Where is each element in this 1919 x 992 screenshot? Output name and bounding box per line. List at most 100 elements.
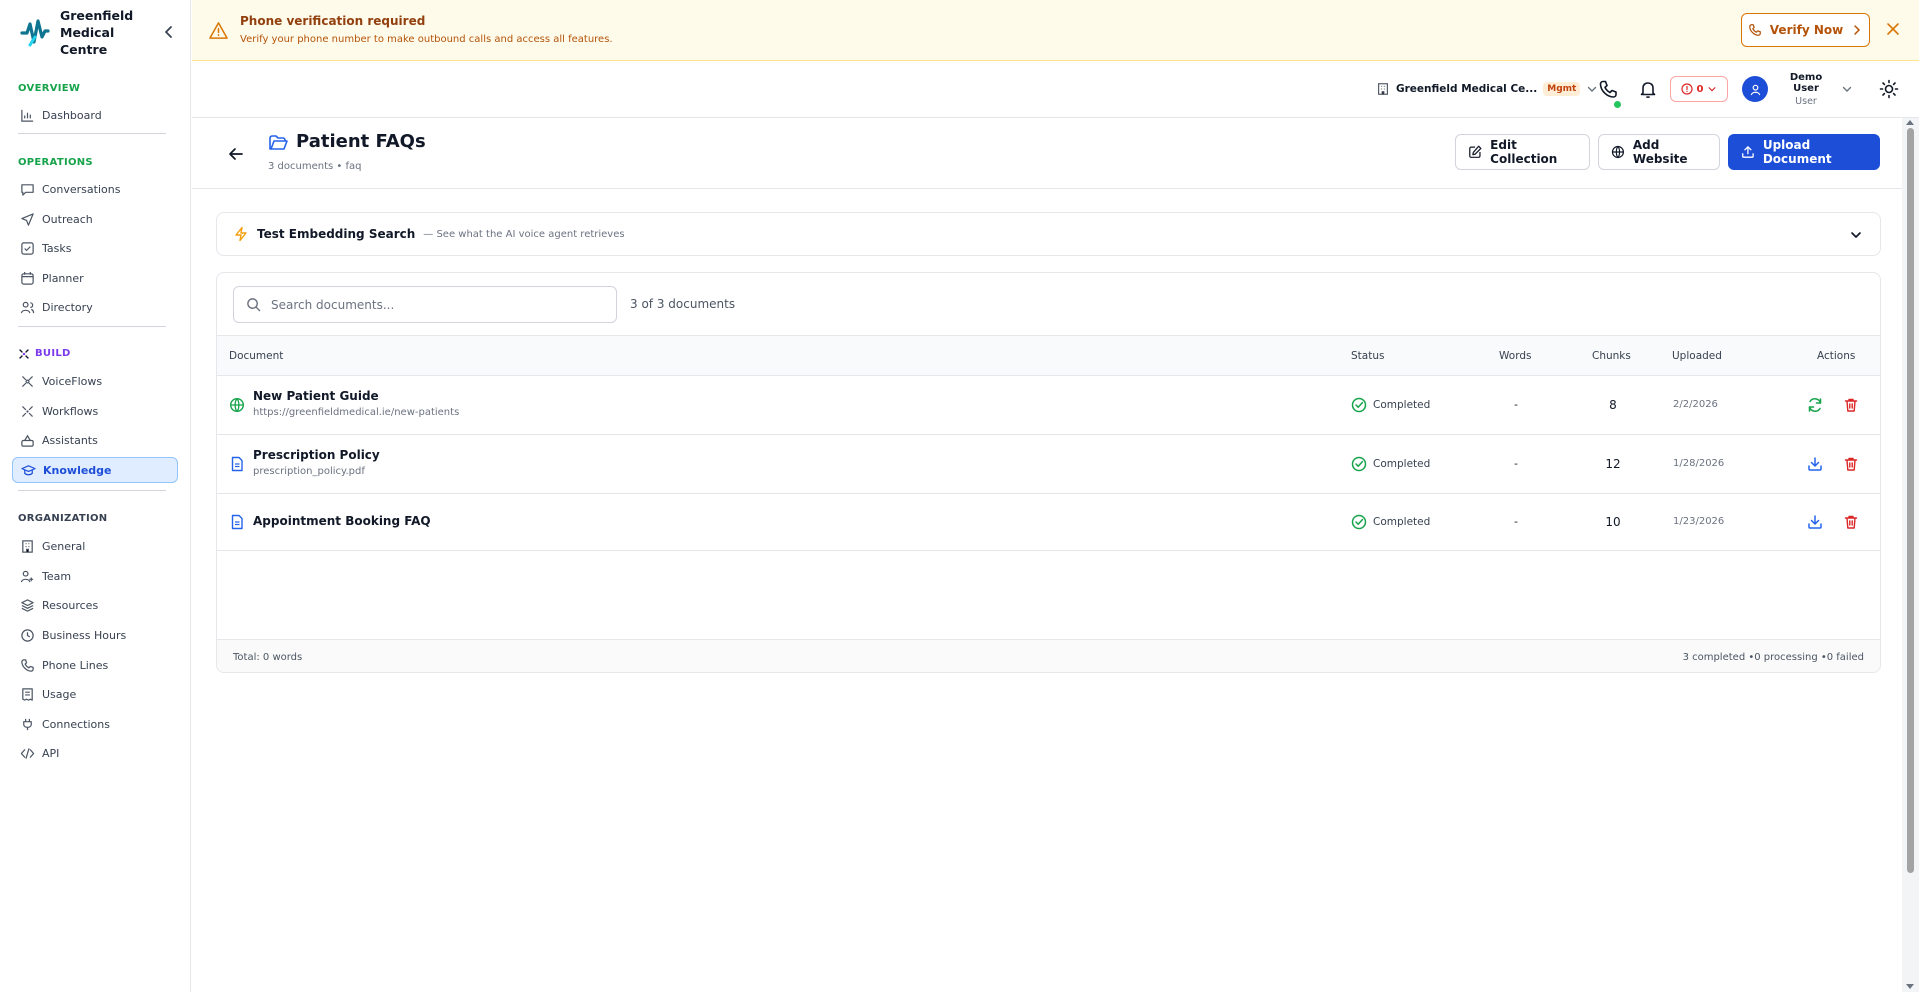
- chat-icon: [21, 183, 34, 196]
- uploaded-date: 1/23/2026: [1673, 516, 1725, 527]
- sidebar-item-label: Tasks: [42, 241, 72, 255]
- trash-icon[interactable]: [1843, 514, 1859, 530]
- file-text-icon: [231, 514, 243, 530]
- verify-now-button[interactable]: Verify Now: [1741, 13, 1870, 47]
- sidebar-item-usage[interactable]: Usage: [12, 681, 178, 707]
- refresh-icon[interactable]: [1807, 397, 1823, 413]
- flow-icon: [22, 375, 33, 387]
- test-embedding-search-panel[interactable]: Test Embedding Search — See what the AI …: [216, 212, 1881, 256]
- scrollbar[interactable]: [1902, 118, 1919, 992]
- chart-icon: [21, 109, 34, 122]
- sidebar-item-workflows[interactable]: Workflows: [12, 398, 178, 424]
- user-info: Demo User User: [1777, 72, 1835, 107]
- table-row[interactable]: Appointment Booking FAQ Completed - 10 1…: [217, 494, 1880, 551]
- sparkle-icon: [19, 349, 29, 359]
- sidebar-item-knowledge[interactable]: Knowledge: [12, 457, 178, 483]
- download-icon[interactable]: [1807, 456, 1823, 472]
- table-footer: Total: 0 words 3 completed •0 processing…: [217, 639, 1880, 672]
- table-row[interactable]: New Patient Guide https://greenfieldmedi…: [217, 376, 1880, 435]
- search-icon: [247, 298, 261, 312]
- trash-icon[interactable]: [1843, 456, 1859, 472]
- add-website-button[interactable]: Add Website: [1598, 134, 1720, 170]
- alerts-dropdown[interactable]: 0: [1670, 76, 1728, 102]
- sidebar-item-label: Knowledge: [43, 463, 112, 477]
- sidebar-item-directory[interactable]: Directory: [12, 294, 178, 320]
- chevron-down-icon: [1842, 86, 1852, 92]
- sidebar-item-business-hours[interactable]: Business Hours: [12, 622, 178, 648]
- words-value: -: [1514, 457, 1518, 470]
- verification-banner: Phone verification required Verify your …: [192, 0, 1919, 61]
- verify-now-label: Verify Now: [1769, 23, 1844, 37]
- banner-title: Phone verification required: [240, 14, 426, 28]
- sidebar-item-tasks[interactable]: Tasks: [12, 235, 178, 261]
- sidebar-item-label: Usage: [42, 687, 77, 701]
- section-operations: OPERATIONS: [18, 157, 93, 168]
- sidebar-item-label: Assistants: [42, 433, 98, 447]
- document-name[interactable]: Appointment Booking FAQ: [253, 514, 431, 528]
- user-menu[interactable]: Demo User User: [1742, 72, 1862, 107]
- column-header-words: Words: [1499, 350, 1532, 362]
- table-row[interactable]: Prescription Policy prescription_policy.…: [217, 435, 1880, 494]
- theme-toggle-sun-icon[interactable]: [1879, 79, 1899, 99]
- sidebar-item-conversations[interactable]: Conversations: [12, 176, 178, 202]
- upload-document-label: Upload Document: [1762, 138, 1832, 166]
- receipt-icon: [22, 687, 33, 701]
- download-icon[interactable]: [1807, 514, 1823, 530]
- sidebar-item-label: Connections: [42, 717, 110, 731]
- document-source: https://greenfieldmedical.ie/new-patient…: [253, 407, 460, 418]
- upload-document-button[interactable]: Upload Document: [1728, 134, 1880, 170]
- sidebar-item-team[interactable]: Team: [12, 563, 178, 589]
- sidebar-item-voiceflows[interactable]: VoiceFlows: [12, 368, 178, 394]
- team-icon: [20, 570, 34, 582]
- sidebar-item-assistants[interactable]: Assistants: [12, 427, 178, 453]
- phone-icon: [1748, 24, 1761, 36]
- scroll-down-arrow[interactable]: [1906, 984, 1914, 989]
- globe-icon: [1611, 145, 1625, 159]
- column-header-document: Document: [229, 350, 284, 362]
- sidebar-item-label: General: [42, 539, 86, 553]
- divider: [18, 133, 166, 134]
- sidebar-item-label: Team: [42, 569, 72, 583]
- page-title: Patient FAQs: [296, 131, 426, 152]
- sidebar-item-outreach[interactable]: Outreach: [12, 206, 178, 232]
- status-badge: Completed: [1351, 397, 1430, 413]
- arrow-left-icon[interactable]: [227, 145, 245, 163]
- alert-circle-icon: [1680, 83, 1693, 95]
- search-input[interactable]: [271, 297, 601, 312]
- edit-collection-button[interactable]: Edit Collection: [1455, 134, 1590, 170]
- user-icon: [1750, 84, 1760, 95]
- sidebar-item-planner[interactable]: Planner: [12, 265, 178, 291]
- sidebar-item-label: Business Hours: [42, 628, 127, 642]
- phone-icon[interactable]: [1598, 79, 1618, 99]
- chevron-down-icon[interactable]: [1848, 227, 1864, 243]
- sidebar-item-phone-lines[interactable]: Phone Lines: [12, 652, 178, 678]
- sidebar-item-label: Conversations: [42, 182, 121, 196]
- collapse-sidebar-icon[interactable]: [160, 23, 178, 41]
- bell-icon[interactable]: [1638, 79, 1658, 99]
- close-icon[interactable]: [1885, 21, 1901, 37]
- sidebar-item-resources[interactable]: Resources: [12, 592, 178, 618]
- sidebar-item-general[interactable]: General: [12, 533, 178, 559]
- chevron-down-icon: [1708, 87, 1716, 92]
- page-header: Patient FAQs 3 documents • faq Edit Coll…: [192, 118, 1902, 189]
- document-name[interactable]: New Patient Guide: [253, 389, 379, 403]
- sidebar-item-dashboard[interactable]: Dashboard: [12, 102, 178, 128]
- sidebar-item-label: Phone Lines: [42, 658, 109, 672]
- sidebar-item-connections[interactable]: Connections: [12, 711, 178, 737]
- scrollbar-thumb[interactable]: [1907, 128, 1914, 873]
- sidebar-item-label: Dashboard: [42, 108, 102, 122]
- section-build-label: BUILD: [35, 348, 71, 359]
- document-name[interactable]: Prescription Policy: [253, 448, 380, 462]
- search-box[interactable]: [233, 286, 617, 323]
- status-text: Completed: [1373, 458, 1431, 470]
- sidebar-item-api[interactable]: API: [12, 740, 178, 766]
- folder-open-icon: [269, 135, 288, 150]
- organization-selector[interactable]: Greenfield Medical Ce... Mgmt: [1376, 75, 1598, 103]
- users-icon: [20, 301, 35, 313]
- organization-badge: Mgmt: [1543, 82, 1581, 96]
- trash-icon[interactable]: [1843, 397, 1859, 413]
- user-name: Demo User: [1789, 71, 1823, 94]
- warning-icon: [209, 22, 228, 39]
- banner-message: Verify your phone number to make outboun…: [240, 34, 613, 45]
- scroll-up-arrow[interactable]: [1906, 120, 1914, 125]
